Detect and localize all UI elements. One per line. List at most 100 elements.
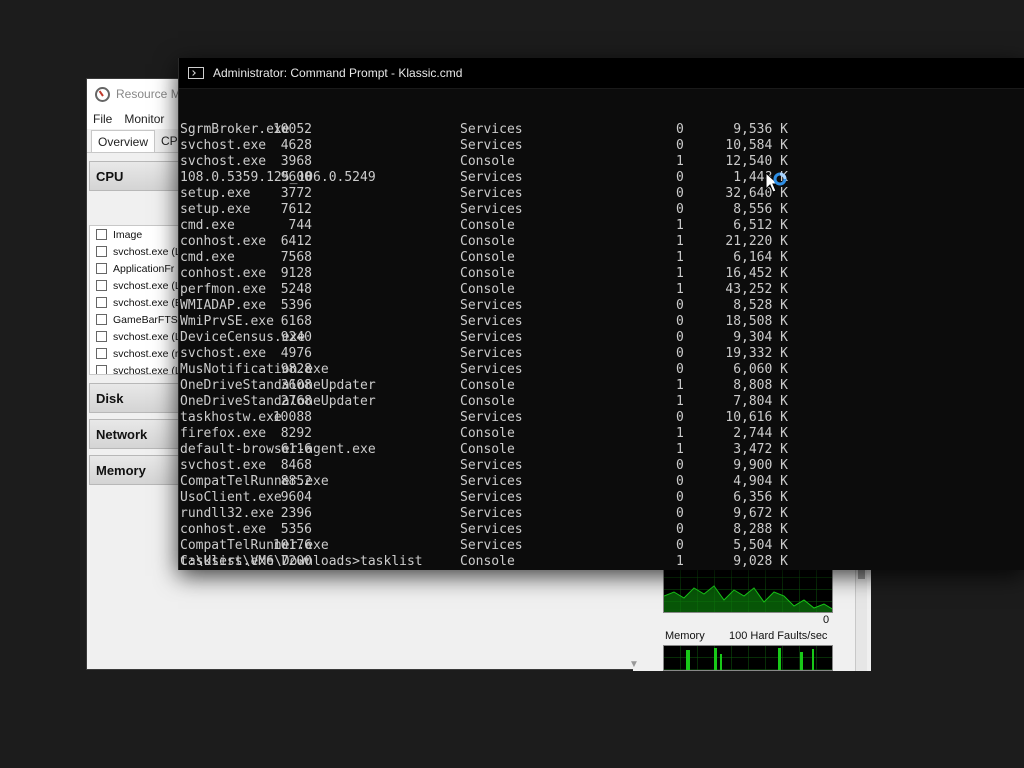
cpu-process-row[interactable]: GameBarFTSe xyxy=(90,311,180,328)
image-name: svchost.exe xyxy=(180,138,267,153)
session-name: Console xyxy=(460,234,515,249)
session-name: Console xyxy=(460,554,515,569)
session-name: Console xyxy=(460,426,515,441)
session-name: Services xyxy=(460,490,523,505)
memory-section-label: Memory xyxy=(96,463,146,478)
pid: 9600 xyxy=(280,170,312,185)
resource-monitor-icon xyxy=(95,86,110,102)
mem-usage: 19,332 K xyxy=(725,346,788,361)
cpu-process-row[interactable]: svchost.exe (L xyxy=(90,243,180,260)
session-number: 0 xyxy=(676,202,684,217)
image-name: UsoClient.exe xyxy=(180,490,282,505)
session-number: 0 xyxy=(676,138,684,153)
console-output[interactable]: SgrmBroker.exe 10052 Services 0 9,536 Ksvcho… xyxy=(180,90,1024,570)
mem-usage: 3,472 K xyxy=(733,442,788,457)
cpu-process-row[interactable]: svchost.exe (E xyxy=(90,294,180,311)
pid: 9128 xyxy=(280,266,312,281)
session-name: Services xyxy=(460,186,523,201)
tasklist-row: WmiPrvSE.exe 6168 Services 0 18,508 K xyxy=(180,314,1024,330)
pid: 5248 xyxy=(280,282,312,297)
tasklist-row: conhost.exe 9128 Console 1 16,452 K xyxy=(180,266,1024,282)
process-checkbox[interactable] xyxy=(96,263,107,274)
process-checkbox[interactable] xyxy=(96,348,107,359)
cpu-section-header[interactable]: CPU xyxy=(89,161,181,191)
cpu-process-list: Image svchost.exe (L ApplicationFr svchost… xyxy=(89,225,181,375)
cmd-titlebar[interactable]: Administrator: Command Prompt - Klassic.… xyxy=(179,58,1024,89)
cpu-process-row[interactable]: ApplicationFr xyxy=(90,260,180,277)
tasklist-row: OneDriveStandaloneUpdater 2768 Console 1 7,8… xyxy=(180,394,1024,410)
pid: 4628 xyxy=(280,138,312,153)
pid: 9604 xyxy=(280,490,312,505)
session-name: Console xyxy=(460,394,515,409)
mem-usage: 9,304 K xyxy=(733,330,788,345)
mem-usage: 6,512 K xyxy=(733,218,788,233)
command-prompt-line[interactable]: C:\Users\VM6\Downloads>tasklist xyxy=(180,554,423,570)
mem-usage: 10,584 K xyxy=(725,138,788,153)
image-name: firefox.exe xyxy=(180,426,267,441)
menu-file[interactable]: File xyxy=(93,112,112,126)
pid: 9240 xyxy=(280,330,312,345)
tasklist-row: UsoClient.exe 9604 Services 0 6,356 K xyxy=(180,490,1024,506)
session-number: 0 xyxy=(676,474,684,489)
process-checkbox[interactable] xyxy=(96,314,107,325)
session-name: Console xyxy=(460,250,515,265)
disk-section-header[interactable]: Disk xyxy=(89,383,181,413)
tab-overview[interactable]: Overview xyxy=(91,130,156,152)
select-all-checkbox[interactable] xyxy=(96,229,107,240)
session-number: 1 xyxy=(676,378,684,393)
process-checkbox[interactable] xyxy=(96,365,107,374)
image-name: svchost.exe xyxy=(180,458,267,473)
process-checkbox[interactable] xyxy=(96,280,107,291)
mem-usage: 9,028 K xyxy=(733,554,788,569)
mem-usage: 2,744 K xyxy=(733,426,788,441)
mem-usage: 43,252 K xyxy=(725,282,788,297)
session-name: Services xyxy=(460,330,523,345)
tasklist-row: firefox.exe 8292 Console 1 2,744 K xyxy=(180,426,1024,442)
cpu-process-row[interactable]: svchost.exe (L xyxy=(90,277,180,294)
pid: 10176 xyxy=(272,538,312,553)
image-name: svchost.exe xyxy=(180,346,267,361)
pid: 10088 xyxy=(272,410,312,425)
session-number: 0 xyxy=(676,506,684,521)
disk-section-label: Disk xyxy=(96,391,124,406)
pid: 6412 xyxy=(280,234,312,249)
pid: 3968 xyxy=(280,154,312,169)
mem-usage: 7,804 K xyxy=(733,394,788,409)
command-prompt-window[interactable]: Administrator: Command Prompt - Klassic.… xyxy=(178,58,1024,570)
cpu-process-row[interactable]: svchost.exe (L xyxy=(90,362,180,374)
mem-usage: 8,556 K xyxy=(733,202,788,217)
cpu-process-row[interactable]: svchost.exe (r xyxy=(90,345,180,362)
session-number: 0 xyxy=(676,490,684,505)
network-section-header[interactable]: Network xyxy=(89,419,181,449)
process-name: svchost.exe (L xyxy=(113,330,181,343)
image-column-header[interactable]: Image xyxy=(113,229,142,241)
pid: 6168 xyxy=(280,314,312,329)
image-name: default-browser-agent.exe xyxy=(180,442,376,457)
cpu-section-label: CPU xyxy=(96,169,124,184)
tasklist-row: svchost.exe 4628 Services 0 10,584 K xyxy=(180,138,1024,154)
session-number: 0 xyxy=(676,346,684,361)
mem-usage: 8,288 K xyxy=(733,522,788,537)
memory-section-header[interactable]: Memory xyxy=(89,455,181,485)
mem-usage: 5,504 K xyxy=(733,538,788,553)
process-name: svchost.exe (L xyxy=(113,279,181,292)
process-checkbox[interactable] xyxy=(96,246,107,257)
session-name: Services xyxy=(460,522,523,537)
mem-usage: 9,536 K xyxy=(733,122,788,137)
session-number: 0 xyxy=(676,186,684,201)
cpu-process-row[interactable]: svchost.exe (L xyxy=(90,328,180,345)
process-name: ApplicationFr xyxy=(113,262,175,275)
scroll-down-arrow-icon[interactable]: ▼ xyxy=(629,659,639,670)
session-number: 0 xyxy=(676,170,684,185)
process-checkbox[interactable] xyxy=(96,297,107,308)
session-name: Console xyxy=(460,218,515,233)
cpu-list-header: Image xyxy=(90,226,180,243)
tasklist-row: CompatTelRunner.exe 8852 Services 0 4,904 K xyxy=(180,474,1024,490)
console-icon xyxy=(188,67,204,79)
pid: 4976 xyxy=(280,346,312,361)
process-checkbox[interactable] xyxy=(96,331,107,342)
tasklist-row: conhost.exe 6412 Console 1 21,220 K xyxy=(180,234,1024,250)
menu-monitor[interactable]: Monitor xyxy=(124,112,164,126)
session-name: Services xyxy=(460,202,523,217)
session-number: 0 xyxy=(676,122,684,137)
